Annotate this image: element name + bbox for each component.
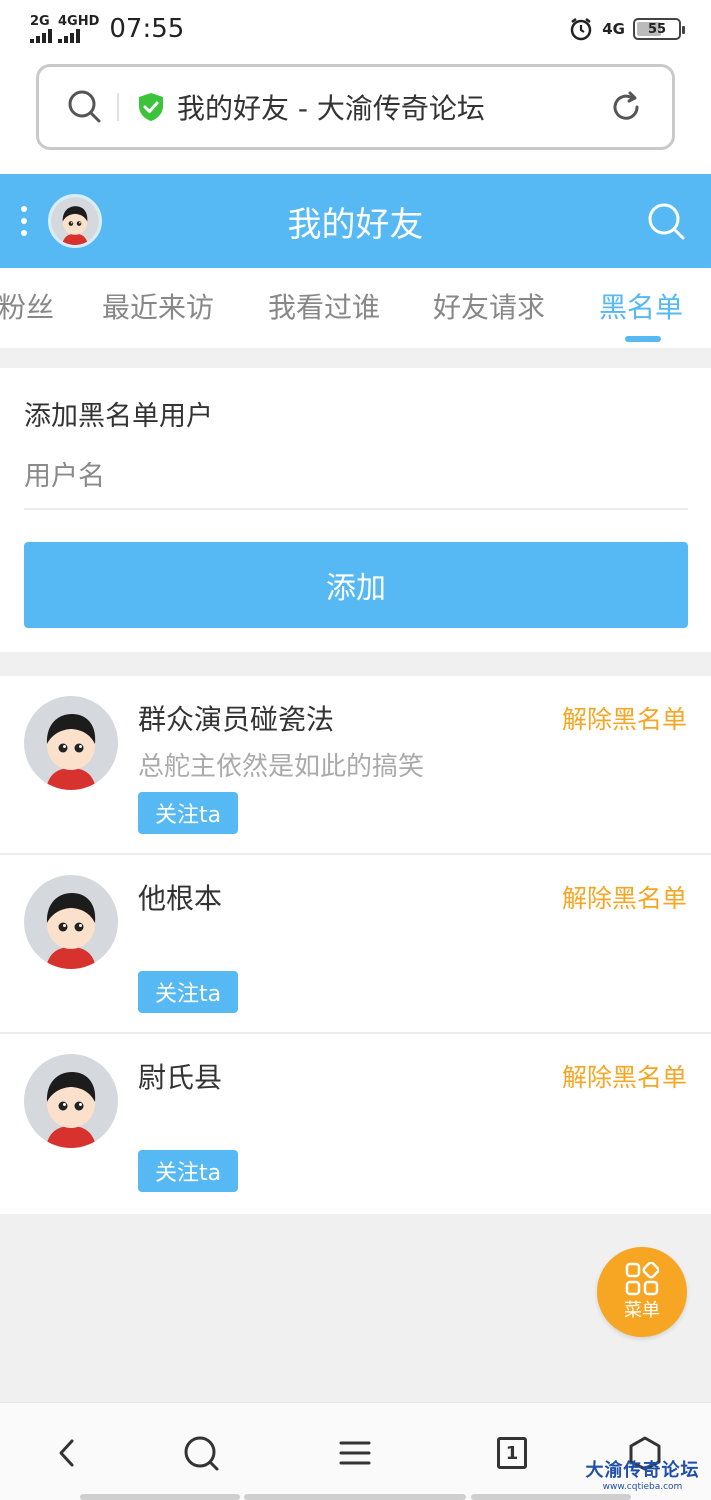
search-icon[interactable] [67, 89, 103, 125]
list-item: 尉氏县 解除黑名单 关注ta [0, 1034, 711, 1212]
follow-button[interactable]: 关注ta [138, 792, 238, 834]
signal-2g-label: 2G [30, 14, 50, 29]
tab-friend-requests[interactable]: 好友请求 [433, 286, 545, 326]
user-name[interactable]: 尉氏县 [138, 1056, 222, 1096]
list-item: 群众演员碰瓷法 总舵主依然是如此的搞笑 解除黑名单 关注ta [0, 676, 711, 855]
follow-button[interactable]: 关注ta [138, 971, 238, 1013]
section-divider [0, 652, 711, 676]
user-name[interactable]: 他根本 [138, 877, 222, 917]
address-bar[interactable]: 我的好友 - 大渝传奇论坛 [36, 64, 675, 150]
status-time: 07:55 [109, 14, 185, 44]
user-name[interactable]: 群众演员碰瓷法 [138, 698, 334, 738]
gesture-bar [244, 1494, 466, 1500]
avatar[interactable] [24, 696, 118, 790]
reload-icon[interactable] [608, 89, 644, 125]
tab-viewed[interactable]: 我看过谁 [268, 286, 380, 326]
tab-recent-visitors[interactable]: 最近来访 [102, 286, 214, 326]
more-menu-icon[interactable] [0, 174, 48, 268]
tab-count-icon: 1 [497, 1437, 527, 1469]
watermark-title: 大渝传奇论坛 [585, 1460, 700, 1481]
gesture-bar [471, 1494, 631, 1500]
list-item: 他根本 解除黑名单 关注ta [0, 855, 711, 1034]
battery-icon: 55 [633, 18, 685, 40]
tab-fans[interactable]: 粉丝 [0, 286, 54, 326]
address-divider [117, 93, 119, 121]
grid-menu-icon [625, 1262, 659, 1296]
username-input[interactable] [24, 444, 688, 510]
nav-search-button[interactable] [173, 1425, 229, 1481]
network-4g-label: 4G [602, 20, 625, 38]
signal-4g-label: 4GHD [58, 14, 100, 29]
tab-bar: 粉丝 最近来访 我看过谁 好友请求 黑名单 [0, 268, 711, 348]
remove-blacklist-button[interactable]: 解除黑名单 [562, 1058, 687, 1094]
follow-button[interactable]: 关注ta [138, 1150, 238, 1192]
user-signature: 总舵主依然是如此的搞笑 [138, 752, 425, 782]
tabs-button[interactable]: 1 [484, 1425, 540, 1481]
avatar[interactable] [24, 875, 118, 969]
search-icon [184, 1436, 219, 1471]
floating-menu-button[interactable]: 菜单 [597, 1247, 687, 1337]
address-title: 我的好友 - 大渝传奇论坛 [177, 92, 485, 125]
user-avatar[interactable] [48, 194, 102, 248]
remove-blacklist-button[interactable]: 解除黑名单 [562, 700, 687, 736]
active-tab-indicator [625, 336, 661, 342]
avatar[interactable] [24, 1054, 118, 1148]
blacklist: 群众演员碰瓷法 总舵主依然是如此的搞笑 解除黑名单 关注ta 他根本 解除黑名单… [0, 676, 711, 1212]
gesture-bar [80, 1494, 240, 1500]
header-search-icon[interactable] [645, 200, 689, 244]
signal-4g-icon: 4GHD [58, 15, 99, 43]
tab-count: 1 [505, 1442, 519, 1464]
watermark-url: www.cqtieba.com [602, 1482, 683, 1492]
app-header: 我的好友 [0, 174, 711, 268]
alarm-icon [571, 18, 592, 41]
floating-menu-label: 菜单 [624, 1300, 660, 1321]
site-watermark: 大渝传奇论坛 www.cqtieba.com [580, 1456, 705, 1492]
remove-blacklist-button[interactable]: 解除黑名单 [562, 879, 687, 915]
battery-level: 55 [647, 21, 667, 37]
signal-2g-icon: 2G [30, 15, 52, 43]
status-bar: 2G 4GHD 07:55 4G 55 [0, 0, 711, 58]
section-divider [0, 348, 711, 368]
add-blacklist-form: 添加黑名单用户 添加 [0, 368, 711, 652]
page-title: 我的好友 [287, 204, 424, 245]
back-button[interactable] [40, 1425, 96, 1481]
back-arrow-icon [59, 1439, 74, 1467]
add-blacklist-title: 添加黑名单用户 [24, 401, 213, 432]
hamburger-menu-icon [339, 1441, 371, 1465]
add-button[interactable]: 添加 [24, 542, 688, 628]
nav-menu-button[interactable] [327, 1425, 383, 1481]
tab-blacklist[interactable]: 黑名单 [599, 286, 683, 326]
secure-shield-icon [139, 93, 163, 121]
